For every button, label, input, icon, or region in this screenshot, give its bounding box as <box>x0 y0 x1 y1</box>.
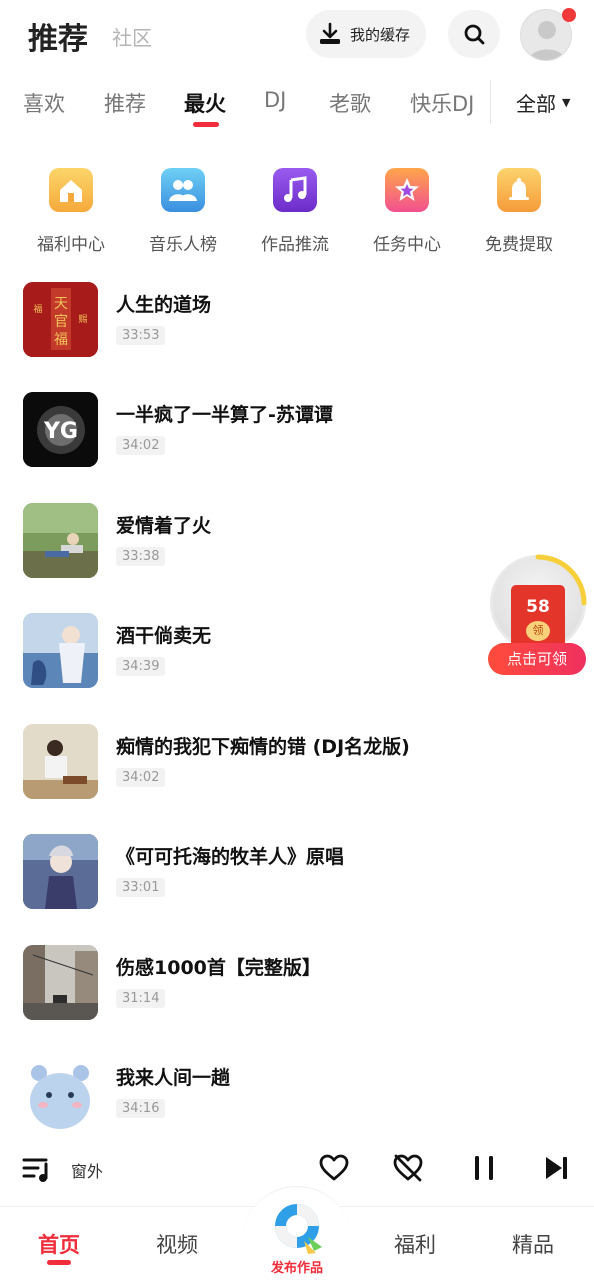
song-duration: 34:16 <box>116 1099 166 1118</box>
song-title: 《可可托海的牧羊人》原唱 <box>116 846 345 868</box>
album-cover <box>23 613 98 688</box>
svg-text:YG: YG <box>43 419 78 444</box>
life-ring-icon <box>275 1204 322 1254</box>
playlist-icon[interactable] <box>22 1154 52 1184</box>
song-duration: 34:39 <box>116 657 166 676</box>
star-icon <box>385 168 429 212</box>
song-duration: 31:14 <box>116 989 166 1008</box>
song-title: 我来人间一趟 <box>116 1067 231 1089</box>
song-title: 爱情着了火 <box>116 515 212 537</box>
floating-reward-widget[interactable]: 58 领 点击可领 <box>488 554 588 680</box>
album-cover <box>23 945 98 1020</box>
list-item[interactable]: 天 官 福 福 赐 人生的道场 33:53 <box>0 282 594 362</box>
album-cover <box>23 1055 98 1130</box>
list-item[interactable]: 伤感1000首【完整版】 31:14 <box>0 945 594 1025</box>
bell-icon <box>497 168 541 212</box>
shortcut-welfare-center[interactable]: 福利中心 <box>15 160 127 255</box>
music-note-icon <box>273 168 317 212</box>
song-title: 痴情的我犯下痴情的错 (DJ名龙版) <box>116 736 410 758</box>
svg-text:福: 福 <box>54 332 68 348</box>
active-nav-indicator <box>47 1260 71 1265</box>
tab-happy-dj[interactable]: 快乐DJ <box>410 88 474 118</box>
song-duration: 33:01 <box>116 878 166 897</box>
all-categories-label: 全部 <box>516 92 556 116</box>
shortcut-label: 福利中心 <box>37 235 105 255</box>
publish-work-button[interactable]: 发布作品 <box>242 1186 352 1280</box>
nav-home[interactable]: 首页 <box>38 1229 80 1259</box>
notification-dot <box>562 8 576 22</box>
search-button[interactable] <box>448 10 500 58</box>
active-tab-indicator <box>193 122 219 127</box>
all-categories-dropdown[interactable]: 全部 ▼ <box>516 88 570 117</box>
skip-next-icon[interactable] <box>542 1152 572 1184</box>
shortcut-musician-chart[interactable]: 音乐人榜 <box>127 160 239 255</box>
reward-coin: 领 <box>526 621 550 641</box>
tab-dj[interactable]: DJ <box>264 88 286 112</box>
heart-icon[interactable] <box>318 1152 350 1184</box>
search-icon <box>464 24 485 45</box>
page-title[interactable]: 推荐 <box>28 14 88 58</box>
song-title: 酒干倘卖无 <box>116 625 212 647</box>
now-playing-title[interactable]: 窗外 <box>71 1158 103 1182</box>
pause-icon[interactable] <box>470 1152 498 1184</box>
reward-count: 58 <box>526 597 550 617</box>
list-item[interactable]: 痴情的我犯下痴情的错 (DJ名龙版) 34:02 <box>0 724 594 804</box>
shortcut-label: 作品推流 <box>261 235 329 255</box>
home-icon <box>49 168 93 212</box>
song-title: 一半疯了一半算了-苏谭谭 <box>116 404 333 426</box>
list-item[interactable]: 《可可托海的牧羊人》原唱 33:01 <box>0 834 594 914</box>
shortcut-label: 音乐人榜 <box>149 235 217 255</box>
tab-recommend[interactable]: 推荐 <box>104 88 146 118</box>
tab-like[interactable]: 喜欢 <box>23 88 65 118</box>
community-tab[interactable]: 社区 <box>112 22 152 51</box>
my-cache-label: 我的缓存 <box>350 25 411 44</box>
list-item[interactable]: 我来人间一趟 34:16 <box>0 1055 594 1135</box>
nav-video[interactable]: 视频 <box>156 1229 198 1259</box>
song-title: 伤感1000首【完整版】 <box>116 957 321 979</box>
shortcut-free-extract[interactable]: 免费提取 <box>463 160 575 255</box>
shortcut-task-center[interactable]: 任务中心 <box>351 160 463 255</box>
shortcut-label: 任务中心 <box>373 235 441 255</box>
my-cache-button[interactable]: 我的缓存 <box>306 10 426 58</box>
caret-down-icon: ▼ <box>562 96 571 109</box>
svg-text:赐: 赐 <box>78 314 87 325</box>
shortcut-label: 免费提取 <box>485 235 553 255</box>
nav-premium[interactable]: 精品 <box>512 1229 554 1259</box>
song-duration: 33:53 <box>116 326 166 345</box>
song-title: 人生的道场 <box>116 294 212 316</box>
claim-reward-button[interactable]: 点击可领 <box>488 643 586 675</box>
dislike-heart-icon[interactable] <box>392 1152 424 1184</box>
users-icon <box>161 168 205 212</box>
album-cover: YG <box>23 392 98 467</box>
song-duration: 34:02 <box>116 436 166 455</box>
list-item[interactable]: YG 一半疯了一半算了-苏谭谭 34:02 <box>0 392 594 472</box>
album-cover: 天 官 福 福 赐 <box>23 282 98 357</box>
tab-divider <box>490 80 491 124</box>
tab-oldies[interactable]: 老歌 <box>329 88 371 118</box>
category-tabs: 喜欢 推荐 最火 DJ 老歌 快乐DJ <box>0 78 594 128</box>
album-cover <box>23 834 98 909</box>
top-bar: 推荐 社区 我的缓存 <box>0 0 594 70</box>
publish-work-label: 发布作品 <box>270 1261 323 1276</box>
album-cover <box>23 724 98 799</box>
svg-text:天: 天 <box>54 296 68 312</box>
svg-text:福: 福 <box>33 303 42 315</box>
svg-text:官: 官 <box>54 314 68 330</box>
album-cover <box>23 503 98 578</box>
song-duration: 34:02 <box>116 768 166 787</box>
shortcut-work-promotion[interactable]: 作品推流 <box>239 160 351 255</box>
nav-welfare[interactable]: 福利 <box>394 1229 436 1259</box>
tab-hottest[interactable]: 最火 <box>184 88 226 118</box>
download-icon <box>320 22 340 44</box>
shortcut-grid: 福利中心 音乐人榜 作品推流 任务中心 免费提取 <box>0 160 594 260</box>
song-duration: 33:38 <box>116 547 166 566</box>
